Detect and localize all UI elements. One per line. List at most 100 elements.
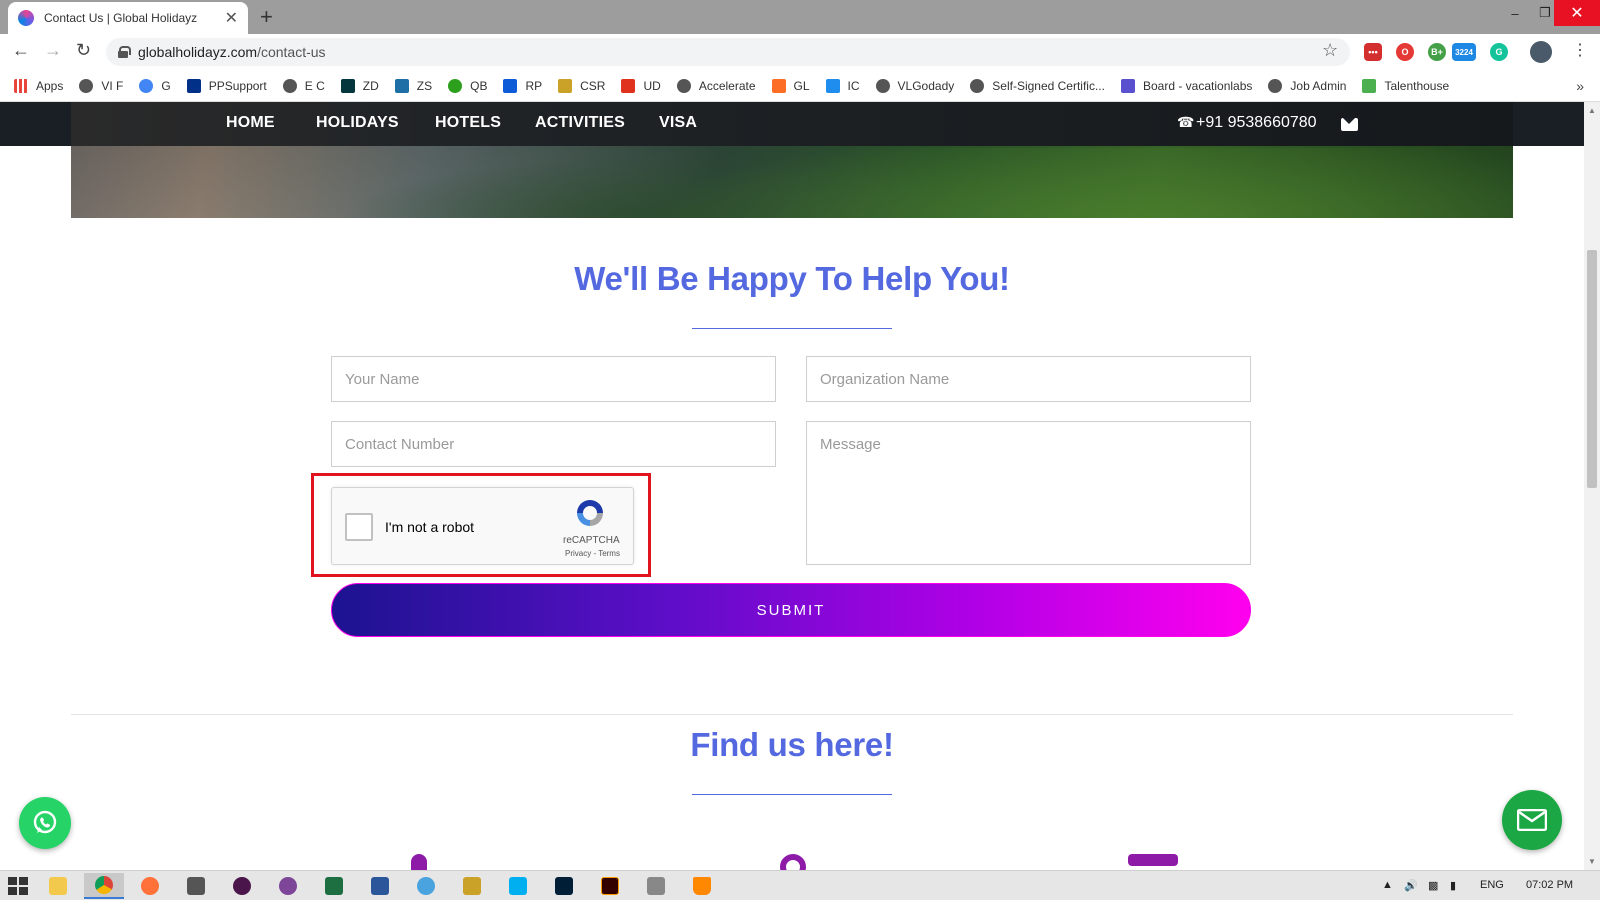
- bookmark-item[interactable]: QB: [448, 78, 487, 93]
- bookmark-label: VI F: [101, 78, 124, 93]
- bookmark-item[interactable]: ZD: [340, 78, 379, 93]
- extension-grammarly-icon[interactable]: G: [1490, 43, 1508, 61]
- section-divider: [71, 714, 1513, 715]
- whatsapp-button[interactable]: [19, 797, 71, 849]
- tray-overflow-icon[interactable]: ▲: [1382, 879, 1393, 891]
- reload-icon[interactable]: ↻: [76, 40, 91, 61]
- bookmark-label: Self-Signed Certific...: [992, 78, 1105, 93]
- phone-icon: [1177, 114, 1194, 131]
- clock[interactable]: 07:02 PM: [1526, 879, 1573, 891]
- your-name-input[interactable]: Your Name: [331, 356, 776, 402]
- signal-icon[interactable]: ▮: [1450, 879, 1456, 892]
- new-tab-button[interactable]: +: [260, 4, 273, 30]
- organization-name-input[interactable]: Organization Name: [806, 356, 1251, 402]
- taskbar-explorer-icon[interactable]: [38, 873, 78, 899]
- browser-tab[interactable]: Contact Us | Global Holidayz ✕: [8, 2, 248, 34]
- bookmark-label: G: [161, 78, 171, 93]
- taskbar-word-icon[interactable]: [360, 873, 400, 899]
- taskbar-firefox-icon[interactable]: [130, 873, 170, 899]
- ud-icon: [621, 78, 636, 93]
- taskbar-vlc-icon[interactable]: [682, 873, 722, 899]
- bookmark-item[interactable]: UD: [621, 78, 661, 93]
- taskbar-notes-icon[interactable]: [452, 873, 492, 899]
- minimize-button[interactable]: –: [1500, 0, 1530, 26]
- bookmark-item[interactable]: G: [139, 78, 171, 93]
- bookmark-item[interactable]: VLGodady: [875, 78, 954, 93]
- contact-number-input[interactable]: Contact Number: [331, 421, 776, 467]
- contact-card-icon: [1128, 854, 1178, 866]
- volume-icon[interactable]: 🔊: [1404, 879, 1418, 892]
- bookmark-item[interactable]: IC: [825, 78, 860, 93]
- recaptcha-label: I'm not a robot: [385, 519, 475, 535]
- bookmark-item[interactable]: CSR: [558, 78, 605, 93]
- nav-home[interactable]: HOME: [226, 114, 275, 132]
- envelope-icon[interactable]: [1341, 118, 1358, 131]
- message-textarea[interactable]: Message: [806, 421, 1251, 565]
- bookmark-item[interactable]: PPSupport: [186, 78, 267, 93]
- bookmark-item[interactable]: VI F: [79, 78, 124, 93]
- taskbar-slack-icon[interactable]: [222, 873, 262, 899]
- tab-title: Contact Us | Global Holidayz: [44, 11, 198, 25]
- language-indicator[interactable]: ENG: [1480, 879, 1504, 891]
- globe-icon: [79, 78, 94, 93]
- taskbar-tor-icon[interactable]: [268, 873, 308, 899]
- find-us-heading: Find us here!: [690, 726, 894, 763]
- location-pin-icon: [411, 854, 427, 870]
- extension-lastpass-icon[interactable]: •••: [1364, 43, 1382, 61]
- z-icon: [1120, 78, 1135, 93]
- bookmark-item[interactable]: ZS: [394, 78, 432, 93]
- recaptcha-checkbox[interactable]: [345, 513, 373, 541]
- zendesk-icon: [340, 78, 355, 93]
- extension-opera-icon[interactable]: O: [1396, 43, 1414, 61]
- bookmark-item[interactable]: Talenthouse: [1362, 78, 1449, 93]
- google-icon: [139, 78, 154, 93]
- bookmark-item[interactable]: GL: [771, 78, 810, 93]
- page-viewport: HOME HOLIDAYS HOTELS ACTIVITIES VISA +91…: [0, 102, 1584, 870]
- bookmarks-bar: Apps VI F G PPSupport E C ZD ZS QB RP CS…: [0, 70, 1600, 102]
- address-bar[interactable]: globalholidayz.com/contact-us: [106, 38, 1350, 66]
- scroll-up-icon[interactable]: ▲: [1588, 106, 1596, 115]
- scroll-down-icon[interactable]: ▼: [1588, 857, 1596, 866]
- recaptcha-widget: I'm not a robot reCAPTCHA Privacy - Term…: [331, 487, 634, 565]
- tab-close-icon[interactable]: ✕: [225, 8, 238, 28]
- taskbar-app-icon[interactable]: [176, 873, 216, 899]
- forward-arrow-icon[interactable]: →: [44, 40, 62, 61]
- nav-visa[interactable]: VISA: [659, 114, 697, 132]
- bookmark-item[interactable]: Self-Signed Certific...: [970, 78, 1105, 93]
- extension-bplus-icon[interactable]: B+: [1428, 43, 1446, 61]
- bookmark-label: PPSupport: [208, 78, 267, 93]
- recaptcha-terms-link[interactable]: Privacy - Terms: [565, 549, 620, 558]
- bookmark-item[interactable]: Accelerate: [676, 78, 756, 93]
- nav-hotels[interactable]: HOTELS: [435, 114, 501, 132]
- page-scrollbar[interactable]: ▲ ▼: [1584, 102, 1600, 870]
- taskbar-photoshop-icon[interactable]: [544, 873, 584, 899]
- bookmark-item[interactable]: E C: [282, 78, 325, 93]
- nav-activities[interactable]: ACTIVITIES: [535, 114, 625, 132]
- browser-toolbar: ← → ↻ globalholidayz.com/contact-us ☆ ••…: [0, 34, 1600, 70]
- bookmark-item[interactable]: Board - vacationlabs: [1120, 78, 1252, 93]
- bookmark-item[interactable]: Job Admin: [1268, 78, 1346, 93]
- bookmark-star-icon[interactable]: ☆: [1322, 40, 1338, 61]
- extension-mail-counter-icon[interactable]: 3224: [1452, 43, 1476, 61]
- scrollbar-thumb[interactable]: [1587, 250, 1597, 488]
- windows-start-icon[interactable]: [8, 877, 28, 895]
- bookmark-item-apps[interactable]: Apps: [14, 78, 63, 93]
- bookmark-item[interactable]: RP: [503, 78, 542, 93]
- bookmarks-overflow-button[interactable]: »: [1576, 78, 1584, 94]
- taskbar-illustrator-icon[interactable]: [590, 873, 630, 899]
- profile-avatar[interactable]: [1530, 41, 1552, 63]
- submit-button[interactable]: SUBMIT: [331, 583, 1251, 637]
- close-window-button[interactable]: ✕: [1554, 0, 1600, 26]
- globe-icon: [282, 78, 297, 93]
- network-icon[interactable]: ▩: [1428, 879, 1438, 892]
- nav-phone-link[interactable]: +91 9538660780: [1177, 114, 1317, 132]
- nav-holidays[interactable]: HOLIDAYS: [316, 114, 399, 132]
- back-arrow-icon[interactable]: ←: [12, 40, 30, 61]
- taskbar-skype-icon[interactable]: [498, 873, 538, 899]
- taskbar-chrome-icon[interactable]: [84, 873, 124, 899]
- taskbar-monitor-icon[interactable]: [636, 873, 676, 899]
- browser-menu-icon[interactable]: ⋮: [1572, 40, 1588, 60]
- taskbar-excel-icon[interactable]: [314, 873, 354, 899]
- mail-chat-button[interactable]: [1502, 790, 1562, 850]
- taskbar-paint-icon[interactable]: [406, 873, 446, 899]
